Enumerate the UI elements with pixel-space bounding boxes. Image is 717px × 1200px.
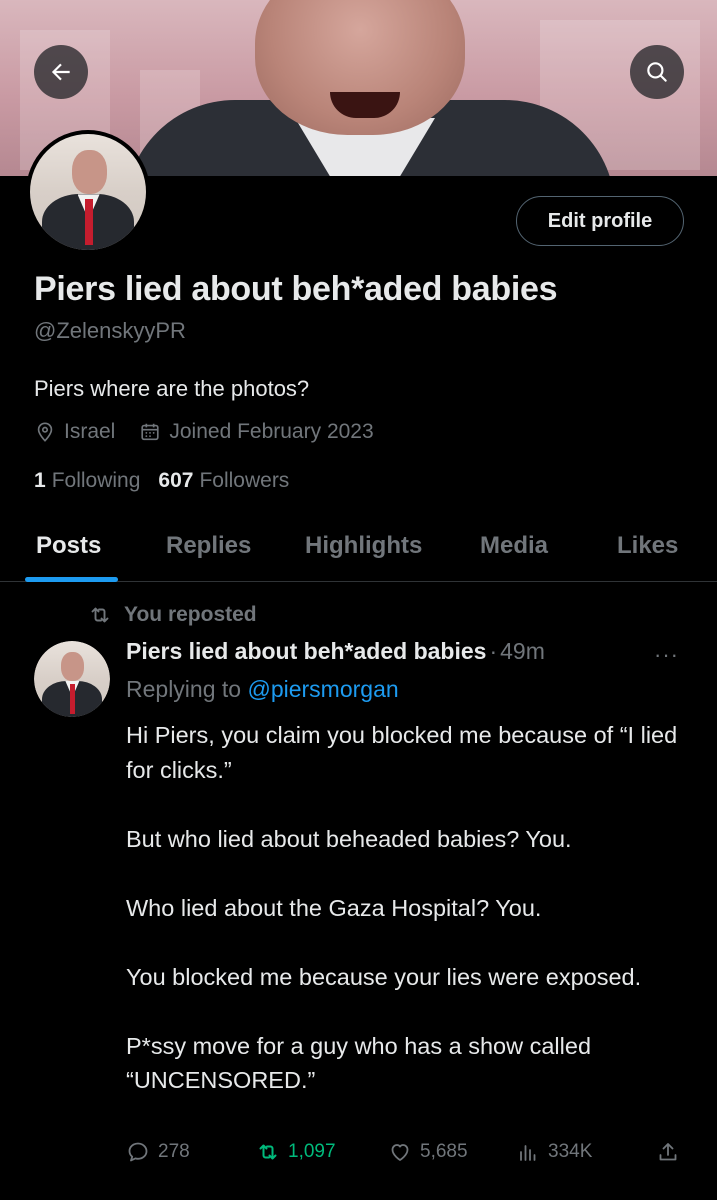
- following-label: Following: [51, 469, 141, 492]
- reply-button[interactable]: 278: [126, 1140, 190, 1164]
- post-separator: ·: [489, 638, 498, 664]
- search-icon: [647, 62, 667, 82]
- post-body: Hi Piers, you claim you blocked me becau…: [126, 718, 686, 1098]
- arrow-left-icon: [51, 63, 70, 81]
- repost-icon: [259, 1144, 277, 1160]
- post-actions: 278 1,097 5,685 334K: [126, 1140, 686, 1170]
- followers-label: Followers: [199, 469, 290, 492]
- repost-icon: [91, 607, 109, 623]
- post-time[interactable]: 49m: [500, 638, 545, 665]
- repost-context: You reposted: [88, 603, 257, 627]
- tab-likes[interactable]: Likes: [617, 532, 678, 560]
- tab-posts[interactable]: Posts: [36, 532, 101, 560]
- repost-count: 1,097: [288, 1141, 336, 1162]
- reply-count: 278: [158, 1141, 190, 1162]
- following-link[interactable]: 1 Following: [34, 469, 140, 493]
- active-tab-indicator: [25, 577, 118, 582]
- like-count: 5,685: [420, 1141, 468, 1162]
- tab-highlights[interactable]: Highlights: [305, 532, 422, 560]
- following-count: 1: [34, 469, 46, 492]
- profile-tabs: Posts Replies Highlights Media Likes: [0, 512, 717, 582]
- tab-replies[interactable]: Replies: [166, 532, 251, 560]
- post-author-avatar[interactable]: [34, 641, 110, 717]
- post-paragraph: You blocked me because your lies were ex…: [126, 963, 642, 990]
- repost-label: You reposted: [124, 603, 257, 626]
- profile-location: Israel: [64, 420, 116, 443]
- post-paragraph: P*ssy move for a guy who has a show call…: [126, 1032, 592, 1094]
- profile-meta: Israel Joined February 2023: [34, 420, 398, 444]
- replying-to: Replying to @piersmorgan: [126, 676, 399, 703]
- follow-counts: 1 Following 607 Followers: [34, 469, 307, 493]
- profile-bio: Piers where are the photos?: [34, 376, 310, 401]
- search-button[interactable]: [630, 45, 684, 99]
- back-button[interactable]: [34, 45, 88, 99]
- post-paragraph: Hi Piers, you claim you blocked me becau…: [126, 722, 678, 783]
- followers-link[interactable]: 607 Followers: [158, 469, 289, 493]
- like-button[interactable]: 5,685: [388, 1140, 468, 1164]
- replying-prefix: Replying to: [126, 676, 242, 702]
- post-paragraph: But who lied about beheaded babies? You.: [126, 825, 572, 852]
- replying-mention[interactable]: @piersmorgan: [247, 676, 398, 702]
- edit-profile-button[interactable]: Edit profile: [516, 196, 684, 246]
- views-chart-icon: [520, 1145, 536, 1161]
- post-header: Piers lied about beh*aded babies · 49m: [126, 638, 545, 665]
- post-author-name[interactable]: Piers lied about beh*aded babies: [126, 638, 486, 665]
- calendar-icon: [139, 421, 161, 443]
- more-options-icon[interactable]: ···: [654, 642, 679, 668]
- profile-avatar[interactable]: [26, 130, 150, 254]
- heart-icon: [391, 1144, 409, 1161]
- profile-handle: @ZelenskyyPR: [34, 318, 186, 343]
- profile-name: Piers lied about beh*aded babies: [34, 270, 558, 308]
- followers-count: 607: [158, 469, 194, 492]
- share-button[interactable]: [656, 1140, 688, 1164]
- reply-icon: [128, 1142, 148, 1162]
- views-button[interactable]: 334K: [516, 1140, 592, 1164]
- location-pin-icon: [34, 421, 56, 443]
- profile-joined: Joined February 2023: [169, 420, 374, 443]
- post-paragraph: Who lied about the Gaza Hospital? You.: [126, 894, 542, 921]
- share-icon: [659, 1143, 677, 1161]
- view-count: 334K: [548, 1141, 593, 1162]
- repost-button[interactable]: 1,097: [256, 1140, 336, 1164]
- tab-media[interactable]: Media: [480, 532, 548, 560]
